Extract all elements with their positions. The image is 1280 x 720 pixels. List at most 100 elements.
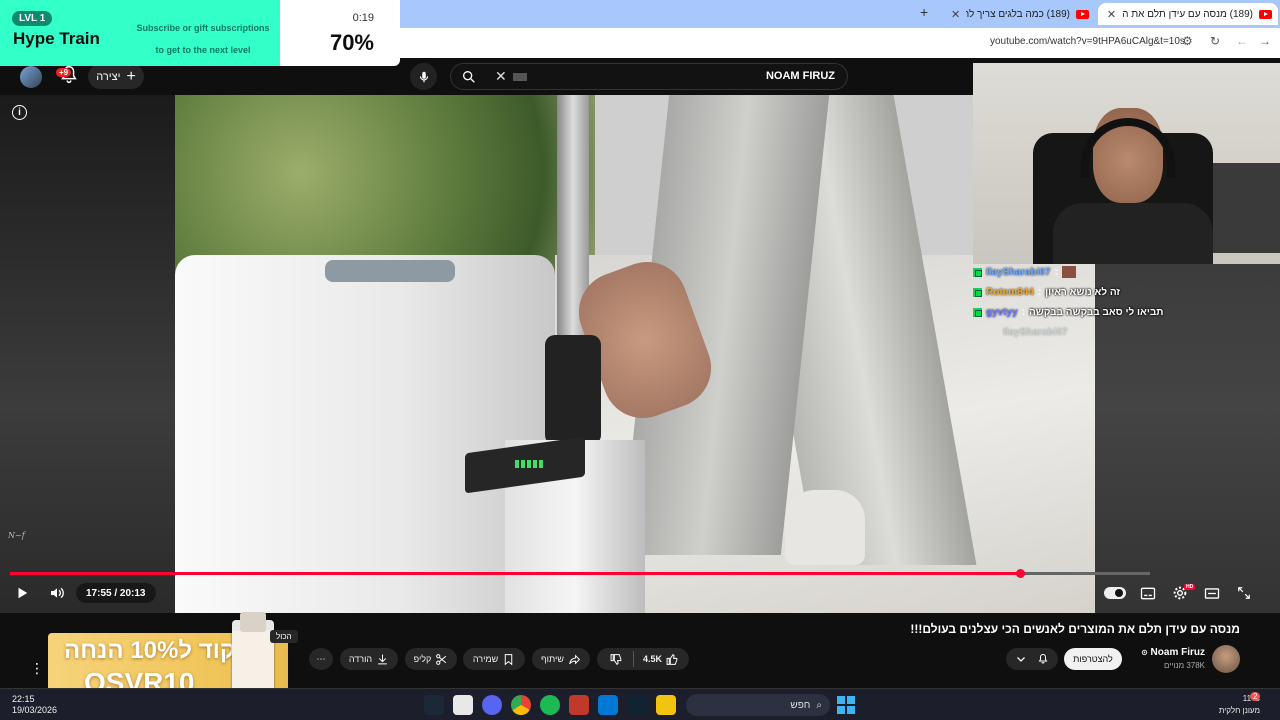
- more-actions-button[interactable]: ⋯: [309, 648, 333, 670]
- video-shoe: [785, 490, 865, 565]
- save-button[interactable]: שמירה: [463, 648, 525, 670]
- tab-close-icon[interactable]: ✕: [1107, 8, 1116, 21]
- download-icon: [378, 654, 387, 664]
- chat-username: IlaySharabi07: [1003, 326, 1068, 338]
- fullscreen-button[interactable]: [1234, 583, 1254, 603]
- windows-taskbar: 22:15 19/03/2026 חפש ⌕ 11°C מעונן חלקית …: [0, 688, 1280, 720]
- windows-start-icon[interactable]: [837, 696, 855, 714]
- clip-button[interactable]: קליפ: [405, 648, 457, 670]
- search-input[interactable]: ✕ NOAM FIRUZ: [450, 63, 848, 90]
- search-icon: ⌕: [816, 699, 822, 711]
- theater-mode-button[interactable]: [1202, 583, 1222, 603]
- info-icon[interactable]: i: [12, 105, 27, 120]
- subtitles-button[interactable]: [1138, 583, 1158, 603]
- channel-watermark[interactable]: N~f: [8, 531, 38, 555]
- subscriber-count: 378K מנויים: [1163, 661, 1205, 670]
- promo-headline: קוד ל10% הנחה: [64, 637, 236, 664]
- kebab-menu-icon[interactable]: ⋮: [30, 660, 44, 677]
- share-icon: [569, 654, 581, 664]
- play-button[interactable]: [12, 583, 32, 603]
- video-clamp: [545, 335, 601, 445]
- apps-grid-icon[interactable]: [598, 695, 618, 715]
- hd-badge: HD: [1184, 584, 1196, 590]
- volume-icon: [51, 587, 64, 599]
- like-count: 4.5K: [643, 654, 663, 664]
- search-label: חפש: [790, 699, 811, 711]
- channel-name[interactable]: Noam Firuz ⊙: [1130, 647, 1205, 658]
- terminal-icon[interactable]: [627, 695, 647, 715]
- chat-text: זה לא נושא ראיון: [1045, 286, 1121, 298]
- streamer-webcam: [973, 63, 1280, 264]
- filter-chip-all[interactable]: הכול: [270, 630, 298, 643]
- webcam-shelf: [1203, 163, 1280, 253]
- notifications-badge: +9: [56, 68, 72, 77]
- hype-train-info: LVL 1 Hype Train Subscribe or gift subsc…: [0, 0, 280, 66]
- taskbar-search[interactable]: חפש ⌕: [686, 694, 830, 716]
- taskbar-apps: [424, 695, 676, 715]
- hype-percent: 70%: [329, 30, 374, 55]
- chat-overlay: IlaySharabi07 : Rotem844 : זה לא נושא רא…: [973, 262, 1273, 342]
- store-icon[interactable]: [453, 695, 473, 715]
- search-icon[interactable]: [461, 69, 477, 85]
- youtube-favicon-icon: [1259, 9, 1272, 19]
- join-button[interactable]: להצטרפות: [1064, 648, 1122, 670]
- autoplay-toggle[interactable]: [1104, 587, 1126, 599]
- spotify-icon[interactable]: [540, 695, 560, 715]
- hype-subtitle: Subscribe or gift subscriptions to get t…: [128, 17, 278, 61]
- subscribed-dropdown-button[interactable]: [1006, 648, 1058, 670]
- bookmark-icon: [504, 653, 513, 665]
- progress-scrubber[interactable]: [1016, 569, 1025, 578]
- chat-badge-icon: [973, 267, 982, 277]
- create-label: יצירה: [96, 70, 121, 83]
- bell-icon: [1038, 653, 1048, 664]
- back-icon[interactable]: →: [1259, 34, 1271, 48]
- chat-message: Rotem844 : זה לא נושא ראיון: [973, 282, 1273, 302]
- app-icon[interactable]: [569, 695, 589, 715]
- save-label: שמירה: [472, 654, 499, 664]
- browser-tab-active[interactable]: (189) מנסה עם עידן תלם את ה ✕: [1098, 3, 1278, 25]
- voice-search-button[interactable]: [410, 63, 437, 90]
- forward-icon[interactable]: ←: [1236, 34, 1248, 48]
- reload-icon[interactable]: ↻: [1210, 34, 1220, 48]
- clock-date: 19/03/2026: [12, 705, 58, 715]
- chevron-down-icon: [1017, 657, 1026, 662]
- account-avatar[interactable]: [20, 66, 42, 88]
- clear-search-icon[interactable]: ✕: [495, 68, 507, 85]
- site-settings-icon[interactable]: ⚙: [1182, 34, 1193, 48]
- time-display: 17:55 / 20:13: [76, 583, 156, 603]
- screen: + (189) כמה בלגים צריך להעף! ✕ (189) מנס…: [0, 0, 1280, 720]
- hype-train-progress: 0:19 70%: [280, 0, 400, 66]
- video-suitcase-handle: [325, 260, 455, 282]
- thumbs-down-icon: [610, 653, 621, 665]
- new-tab-button[interactable]: +: [920, 4, 928, 20]
- tab-close-icon[interactable]: ✕: [951, 8, 960, 21]
- url-field[interactable]: youtube.com/watch?v=9tHPA6uCAlg&t=10s: [990, 36, 1185, 47]
- microphone-icon: [419, 71, 428, 82]
- hype-subtitle-line: to get to the next level: [155, 45, 251, 55]
- steam-icon[interactable]: [424, 695, 444, 715]
- download-button[interactable]: הורדה: [340, 648, 398, 670]
- dislike-button[interactable]: [600, 648, 632, 670]
- webcam-person-body: [1053, 203, 1213, 264]
- chat-username: IlaySharabi07: [986, 266, 1051, 278]
- progress-bar-played: [10, 572, 1020, 575]
- channel-name-text: Noam Firuz: [1150, 647, 1205, 658]
- chat-separator: :: [1021, 306, 1026, 318]
- create-button[interactable]: יצירה +: [88, 64, 144, 89]
- volume-button[interactable]: [46, 583, 68, 603]
- channel-avatar[interactable]: [1212, 645, 1240, 673]
- youtube-favicon-icon: [1076, 9, 1089, 19]
- play-icon: [18, 587, 28, 599]
- discord-icon[interactable]: [482, 695, 502, 715]
- clock[interactable]: 22:15 19/03/2026: [12, 694, 57, 716]
- share-label: שיתוף: [541, 654, 564, 664]
- file-explorer-icon[interactable]: [656, 695, 676, 715]
- webcam-headphones: [1081, 118, 1175, 178]
- clock-time: 22:15: [12, 694, 35, 704]
- chat-badge-icon: [973, 287, 982, 297]
- perfume-cap: [240, 612, 266, 632]
- share-button[interactable]: שיתוף: [532, 648, 590, 670]
- chrome-icon[interactable]: [511, 695, 531, 715]
- like-button[interactable]: 4.5K: [634, 648, 688, 670]
- browser-tab-2[interactable]: (189) כמה בלגים צריך להעף! ✕: [945, 3, 1095, 25]
